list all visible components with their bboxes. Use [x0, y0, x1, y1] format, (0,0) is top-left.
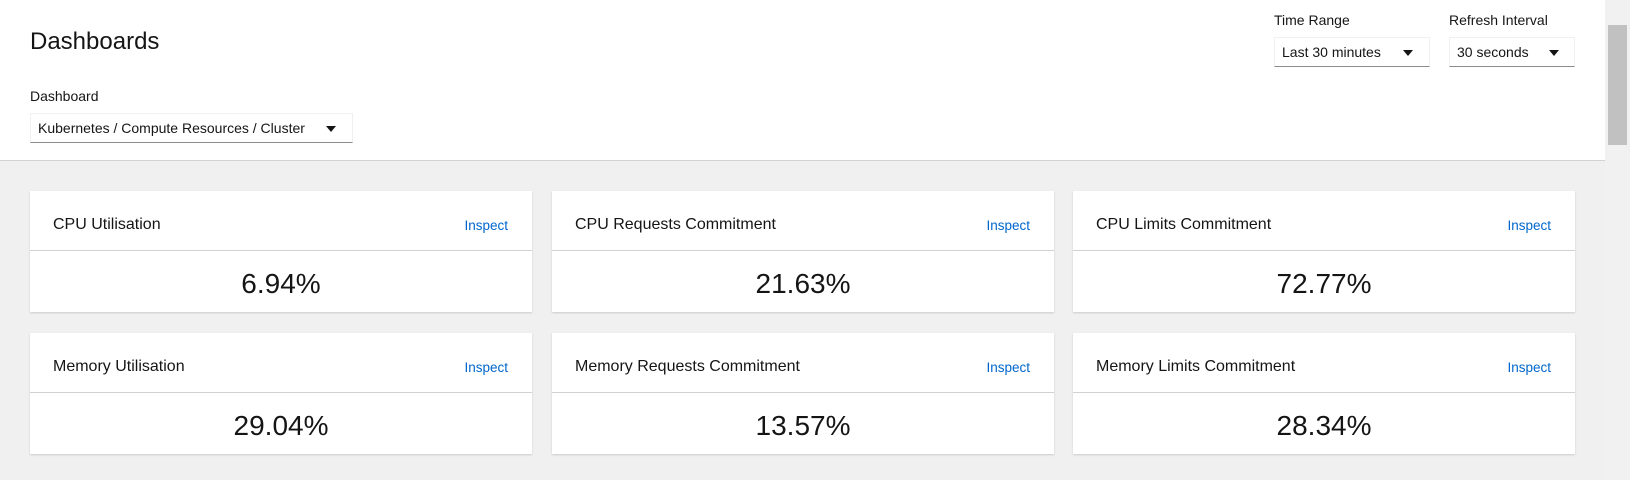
dashboard-select[interactable]: Kubernetes / Compute Resources / Cluster: [30, 113, 353, 143]
inspect-link[interactable]: Inspect: [986, 359, 1030, 377]
time-range-select-value: Last 30 minutes: [1282, 44, 1381, 60]
inspect-link[interactable]: Inspect: [464, 217, 508, 235]
card-cpu-utilisation: CPU Utilisation Inspect 6.94%: [30, 191, 532, 312]
card-value: 21.63%: [755, 268, 851, 299]
card-header: CPU Limits Commitment Inspect: [1073, 191, 1575, 251]
refresh-interval-select-value: 30 seconds: [1457, 44, 1529, 60]
card-title: Memory Limits Commitment: [1096, 358, 1296, 375]
refresh-interval-label: Refresh Interval: [1449, 12, 1548, 28]
dashboard-label: Dashboard: [30, 88, 99, 104]
caret-down-icon: [326, 126, 336, 132]
caret-down-icon: [1403, 50, 1413, 56]
card-title: Memory Requests Commitment: [575, 358, 800, 375]
card-title: CPU Utilisation: [53, 216, 161, 233]
card-cpu-requests-commitment: CPU Requests Commitment Inspect 21.63%: [552, 191, 1054, 312]
card-title: CPU Requests Commitment: [575, 216, 776, 233]
inspect-link[interactable]: Inspect: [1507, 359, 1551, 377]
card-memory-utilisation: Memory Utilisation Inspect 29.04%: [30, 333, 532, 454]
card-header: CPU Requests Commitment Inspect: [552, 191, 1054, 251]
dashboard-select-value: Kubernetes / Compute Resources / Cluster: [38, 120, 305, 136]
card-value: 28.34%: [1276, 410, 1372, 441]
inspect-link[interactable]: Inspect: [986, 217, 1030, 235]
card-cpu-limits-commitment: CPU Limits Commitment Inspect 72.77%: [1073, 191, 1575, 312]
time-range-label: Time Range: [1274, 12, 1350, 28]
card-title: Memory Utilisation: [53, 358, 185, 375]
inspect-link[interactable]: Inspect: [464, 359, 508, 377]
scrollbar-thumb[interactable]: [1608, 25, 1627, 145]
page-header: Dashboards Dashboard Kubernetes / Comput…: [0, 0, 1605, 161]
card-title: CPU Limits Commitment: [1096, 216, 1272, 233]
card-header: Memory Utilisation Inspect: [30, 333, 532, 393]
inspect-link[interactable]: Inspect: [1507, 217, 1551, 235]
refresh-interval-select[interactable]: 30 seconds: [1449, 37, 1575, 67]
card-value: 6.94%: [241, 268, 321, 299]
card-header: CPU Utilisation Inspect: [30, 191, 532, 251]
page-title: Dashboards: [30, 28, 160, 55]
card-value: 72.77%: [1276, 268, 1372, 299]
card-header: Memory Requests Commitment Inspect: [552, 333, 1054, 393]
card-memory-requests-commitment: Memory Requests Commitment Inspect 13.57…: [552, 333, 1054, 454]
card-memory-limits-commitment: Memory Limits Commitment Inspect 28.34%: [1073, 333, 1575, 454]
card-header: Memory Limits Commitment Inspect: [1073, 333, 1575, 393]
card-value: 29.04%: [233, 410, 329, 441]
vertical-scrollbar[interactable]: [1605, 0, 1630, 480]
caret-down-icon: [1549, 50, 1559, 56]
time-range-select[interactable]: Last 30 minutes: [1274, 37, 1430, 67]
card-value: 13.57%: [755, 410, 851, 441]
